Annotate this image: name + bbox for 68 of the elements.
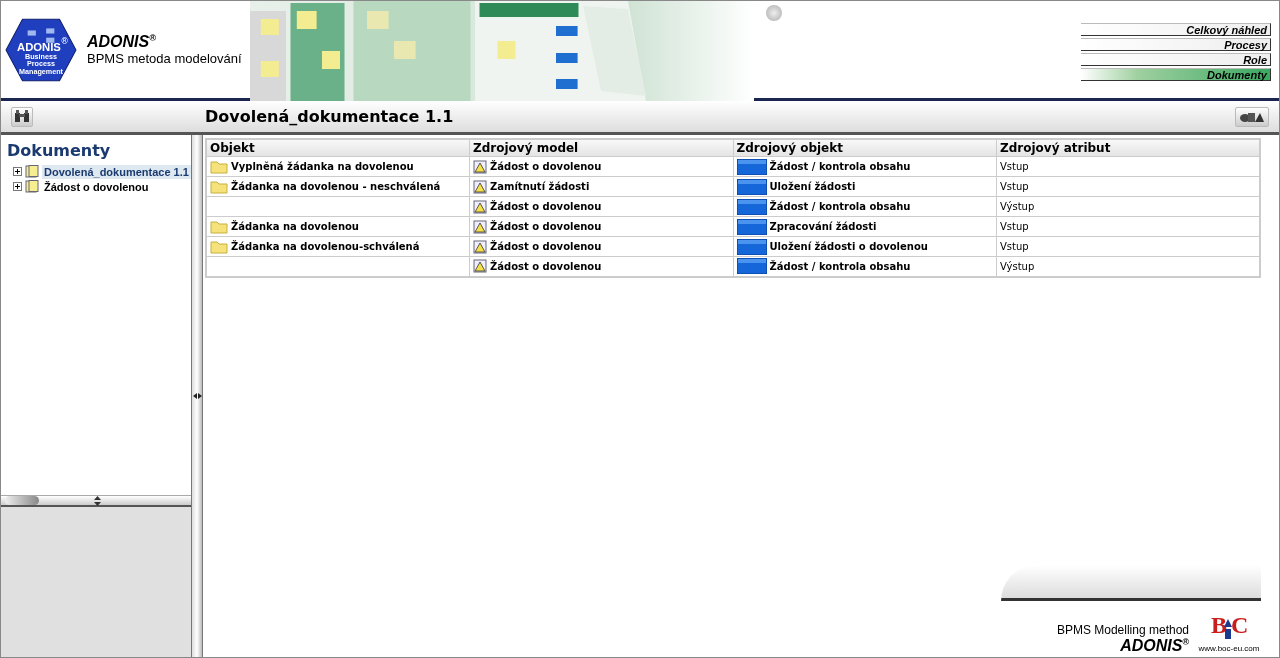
table-cell: Žádost o dovolenou <box>490 161 602 172</box>
activity-icon <box>736 238 767 255</box>
shapes-button[interactable] <box>1235 106 1269 127</box>
table-cell: Vstup <box>1000 181 1029 192</box>
resize-icon[interactable] <box>94 495 101 506</box>
folder-icon <box>210 159 228 174</box>
table-cell: Vstup <box>1000 161 1029 172</box>
column-header[interactable]: Zdrojový objekt <box>733 139 997 157</box>
table-cell: Zamítnutí žádosti <box>490 181 590 192</box>
column-header[interactable]: Zdrojový model <box>469 139 733 157</box>
table-cell: Zpracování žádosti <box>769 221 877 232</box>
document-warning-icon <box>473 259 487 274</box>
logo: ADONIS® Business Process Management <box>5 17 77 82</box>
activity-icon <box>736 158 767 175</box>
table-cell: Žádost / kontrola obsahu <box>769 260 911 272</box>
table-cell: Žádanka na dovolenou <box>231 221 359 232</box>
nav-tab[interactable]: Procesy <box>1081 38 1271 51</box>
table-cell: Výstup <box>1000 260 1035 272</box>
nav-tab[interactable]: Dokumenty <box>1081 68 1271 81</box>
document-warning-icon <box>473 199 487 214</box>
nav-tab[interactable]: Role <box>1081 53 1271 66</box>
activity-icon <box>736 178 767 195</box>
folder-icon <box>210 179 228 194</box>
search-button[interactable] <box>11 106 33 127</box>
table-cell: Žádost o dovolenou <box>490 221 602 232</box>
scroll-handle[interactable] <box>5 496 39 505</box>
document-warning-icon <box>473 239 487 254</box>
document-warning-icon <box>473 159 487 174</box>
table-cell: Žádost o dovolenou <box>490 260 602 272</box>
table-cell: Žádost o dovolenou <box>490 201 602 212</box>
document-icon <box>25 180 39 193</box>
tree-item[interactable]: Žádost o dovolenou <box>42 179 151 194</box>
table-cell: Vstup <box>1000 221 1029 232</box>
nav-tab[interactable]: Celkový náhled <box>1081 23 1271 36</box>
company-logo: B C www.boc-eu.com <box>1197 607 1261 655</box>
table-cell: Žádost o dovolenou <box>490 241 602 252</box>
brand-name: ADONIS$^{®}$ <box>87 32 157 52</box>
table-cell: Vyplněná žádanka na dovolenou <box>231 161 414 172</box>
tree-item[interactable]: Dovolená_dokumentace 1.1 <box>42 164 191 179</box>
footer-brand: ADONIS$^{®}$ <box>1120 636 1189 655</box>
activity-icon <box>736 258 767 275</box>
binoculars-icon <box>14 110 30 123</box>
expand-icon[interactable] <box>13 182 22 191</box>
table-cell: Žádost / kontrola obsahu <box>769 161 911 172</box>
table-cell: Žádanka na dovolenou - neschválená <box>231 181 441 192</box>
resize-icon[interactable] <box>192 393 202 399</box>
folder-icon <box>210 219 228 234</box>
splitter[interactable] <box>192 135 203 657</box>
document-warning-icon <box>473 219 487 234</box>
document-icon <box>25 165 39 178</box>
table-cell: Žádost / kontrola obsahu <box>769 201 911 212</box>
table-cell: Vstup <box>1000 241 1029 252</box>
brand-subtitle: BPMS metoda modelování <box>87 51 242 67</box>
shapes-icon <box>1239 110 1265 123</box>
table-cell: Žádanka na dovolenou-schválená <box>231 241 420 252</box>
column-header[interactable]: Zdrojový atribut <box>996 139 1260 157</box>
table-cell: Výstup <box>1000 201 1035 212</box>
sidebar-title: Dokumenty <box>7 141 112 160</box>
expand-icon[interactable] <box>13 167 22 176</box>
table-cell: Uložení žádosti <box>769 181 856 192</box>
table-cell: Uložení žádosti o dovolenou <box>769 241 928 252</box>
document-title: Dovolená_dokumentace 1.1 <box>205 107 455 126</box>
column-header[interactable]: Objekt <box>206 139 470 157</box>
activity-icon <box>736 218 767 235</box>
footer-caption: BPMS Modelling method <box>1056 622 1189 637</box>
folder-icon <box>210 239 228 254</box>
activity-icon <box>736 198 767 215</box>
document-warning-icon <box>473 179 487 194</box>
